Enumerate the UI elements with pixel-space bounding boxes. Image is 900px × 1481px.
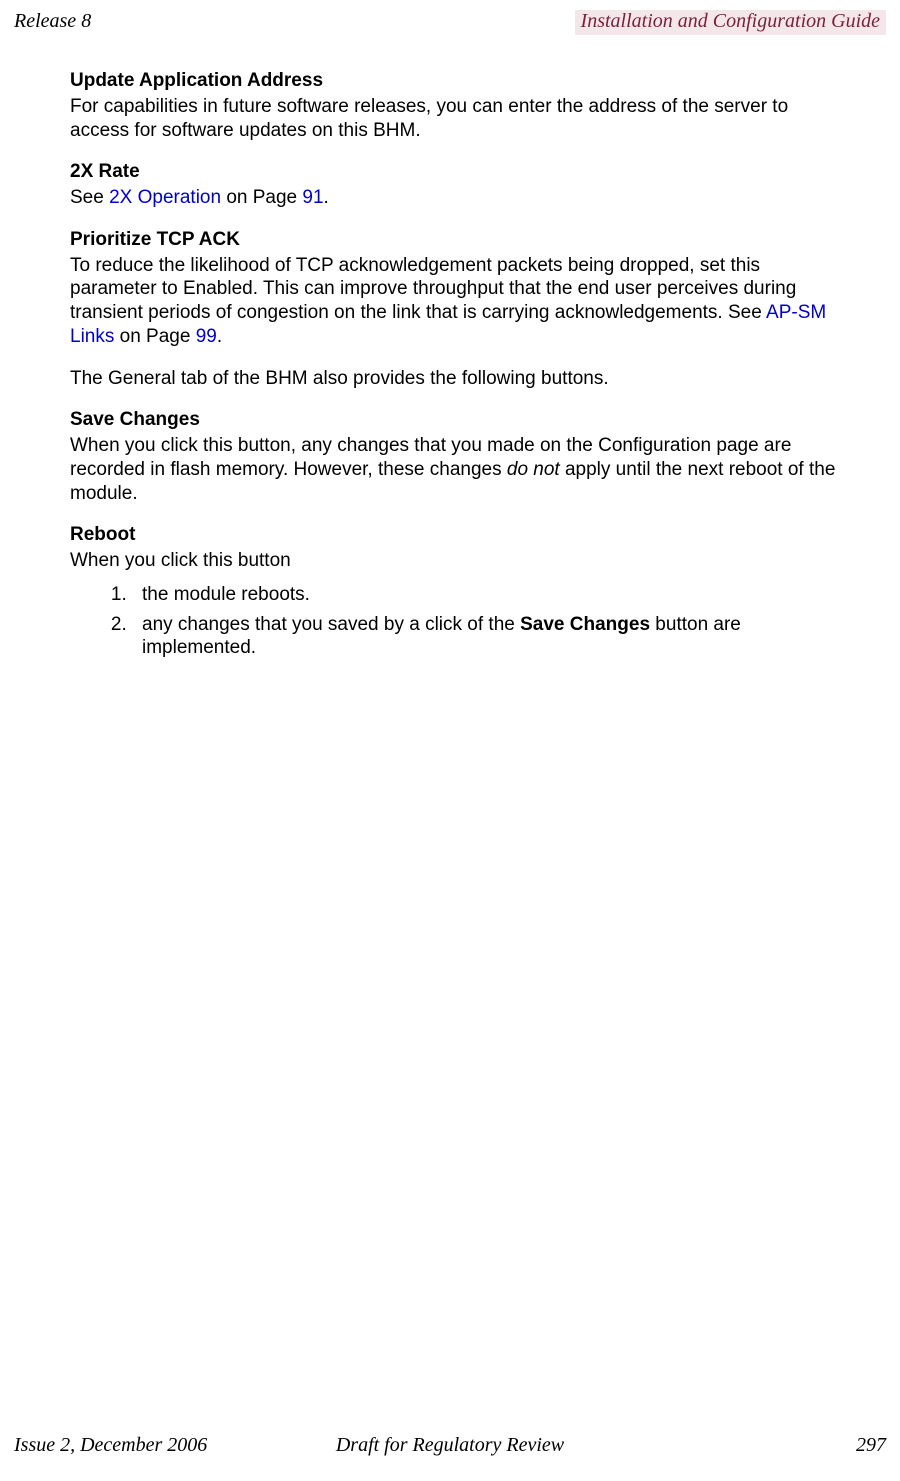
heading-update-application-address: Update Application Address (70, 69, 840, 93)
text-period: . (324, 187, 329, 208)
section-2x-rate: 2X Rate See 2X Operation on Page 91. (70, 160, 840, 210)
text-reboot-step-2-prefix: any changes that you saved by a click of… (142, 614, 520, 635)
page: Release 8 Installation and Configuration… (0, 0, 900, 1481)
heading-2x-rate: 2X Rate (70, 160, 840, 184)
para-general-tab-note-block: The General tab of the BHM also provides… (70, 367, 840, 391)
page-content: Update Application Address For capabilit… (0, 35, 900, 660)
para-update-application-address: For capabilities in future software rele… (70, 95, 840, 143)
para-general-tab-note: The General tab of the BHM also provides… (70, 367, 840, 391)
list-item: the module reboots. (132, 583, 840, 607)
para-prioritize-tcp-ack: To reduce the likelihood of TCP acknowle… (70, 254, 840, 349)
text-do-not-italic: do not (507, 459, 560, 480)
text-prioritize-body: To reduce the likelihood of TCP acknowle… (70, 255, 796, 324)
header-release: Release 8 (14, 10, 91, 33)
section-save-changes: Save Changes When you click this button,… (70, 408, 840, 505)
header-guide-title: Installation and Configuration Guide (575, 10, 886, 35)
page-footer: Issue 2, December 2006 Draft for Regulat… (0, 1434, 900, 1457)
text-on-page: on Page (221, 187, 302, 208)
heading-reboot: Reboot (70, 523, 840, 547)
text-reboot-step-1: the module reboots. (142, 584, 310, 605)
section-prioritize-tcp-ack: Prioritize TCP ACK To reduce the likelih… (70, 228, 840, 349)
link-page-91[interactable]: 91 (302, 187, 323, 208)
para-reboot-intro: When you click this button (70, 549, 840, 573)
section-reboot: Reboot When you click this button the mo… (70, 523, 840, 660)
para-save-changes: When you click this button, any changes … (70, 434, 840, 505)
footer-issue-date: Issue 2, December 2006 (14, 1434, 207, 1457)
text-save-changes-bold: Save Changes (520, 614, 650, 635)
heading-save-changes: Save Changes (70, 408, 840, 432)
text-period-2: . (217, 326, 222, 347)
link-page-99[interactable]: 99 (196, 326, 217, 347)
section-update-application-address: Update Application Address For capabilit… (70, 69, 840, 142)
list-reboot-steps: the module reboots. any changes that you… (70, 583, 840, 660)
footer-page-number: 297 (856, 1434, 886, 1457)
list-item: any changes that you saved by a click of… (132, 613, 840, 661)
text-on-page-2: on Page (114, 326, 195, 347)
page-header: Release 8 Installation and Configuration… (0, 0, 900, 35)
text-see-prefix: See (70, 187, 109, 208)
heading-prioritize-tcp-ack: Prioritize TCP ACK (70, 228, 840, 252)
link-2x-operation[interactable]: 2X Operation (109, 187, 221, 208)
para-2x-rate: See 2X Operation on Page 91. (70, 186, 840, 210)
